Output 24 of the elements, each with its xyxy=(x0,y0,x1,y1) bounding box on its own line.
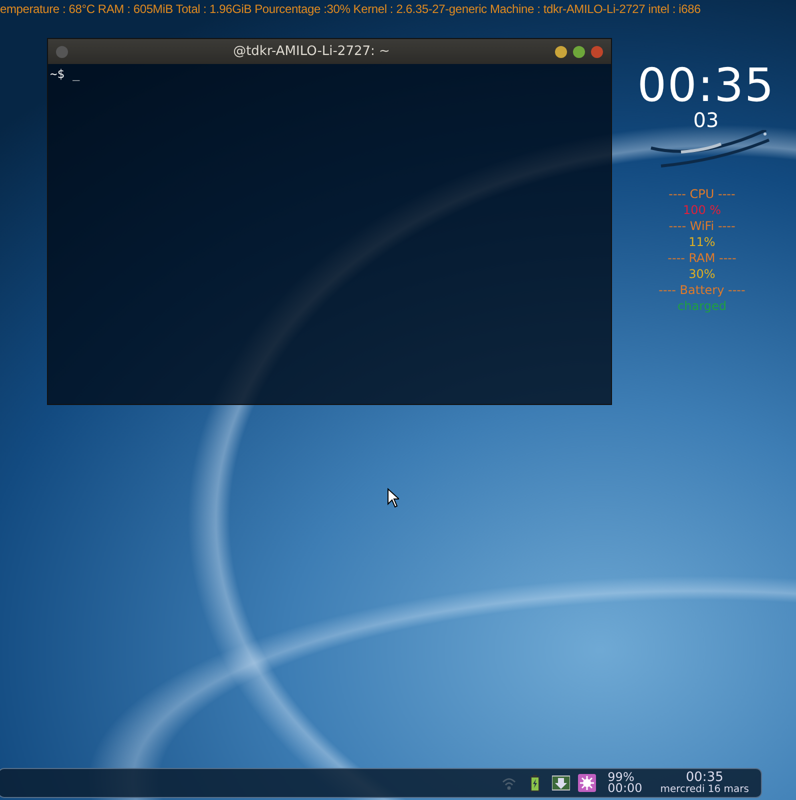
monitor-line: ---- WiFi ---- xyxy=(668,218,736,234)
window-title: @tdkr-AMILO-Li-2727: ~ xyxy=(232,44,391,59)
close-button[interactable] xyxy=(591,46,603,58)
monitor-line: 30% xyxy=(688,266,716,282)
download-icon[interactable] xyxy=(552,774,570,792)
mouse-pointer-icon xyxy=(387,488,399,508)
panel-clock[interactable]: 00:35 xyxy=(686,771,724,784)
gear-icon[interactable] xyxy=(578,774,596,792)
maximize-button[interactable] xyxy=(573,46,585,58)
monitor-line: ---- RAM ---- xyxy=(668,250,736,266)
battery-percent: 99% xyxy=(608,772,634,783)
monitor-line: 100 % xyxy=(682,202,722,218)
clock-seconds: 03 xyxy=(693,110,719,130)
monitor-line: ---- Battery ---- xyxy=(658,282,746,298)
battery-time: 00:00 xyxy=(608,783,642,794)
panel-date: mercredi 16 mars xyxy=(660,784,749,795)
shell-prompt: ~$ xyxy=(50,67,64,81)
monitor-line: ---- CPU ---- xyxy=(668,186,736,202)
minimize-button[interactable] xyxy=(555,46,567,58)
clock-time: 00:35 xyxy=(637,60,775,110)
monitor-line: 11% xyxy=(688,234,716,250)
text-cursor: _ xyxy=(72,67,80,81)
system-info-text: emperature : 68°C RAM : 605MiB Total : 1.96GiB Pourcentage :30% Kernel : 2.6.35-27-generic Machine : tdkr-AMILO-Li-2727 intel : i686 xyxy=(0,2,701,16)
monitor-line: charged xyxy=(678,298,726,314)
